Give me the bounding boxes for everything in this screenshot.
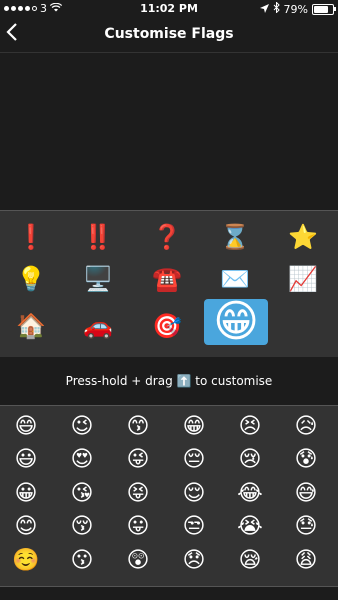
emoji-icon[interactable]: 😅: [288, 479, 324, 509]
flag-grinning-face-selected-icon[interactable]: 😁: [204, 299, 268, 345]
emoji-icon[interactable]: 😃: [8, 445, 44, 475]
flag-house-icon[interactable]: 🏠: [6, 311, 56, 341]
flag-envelope-icon[interactable]: ✉️: [210, 264, 260, 294]
bluetooth-icon: [273, 1, 280, 16]
emoji-icon[interactable]: 😚: [64, 512, 100, 542]
flag-computer-icon[interactable]: 🖥️: [73, 264, 123, 294]
emoji-icon[interactable]: 😞: [176, 546, 212, 576]
emoji-icon[interactable]: 😩: [288, 546, 324, 576]
emoji-icon[interactable]: 😛: [120, 512, 156, 542]
emoji-icon[interactable]: 😢: [232, 445, 268, 475]
emoji-icon[interactable]: 😓: [288, 512, 324, 542]
emoji-icon[interactable]: 😙: [120, 412, 156, 442]
battery-percent: 79%: [283, 2, 308, 16]
navigation-bar: Customise Flags: [0, 18, 338, 53]
emoji-picker: 😄 😉 😙 😁 😣 😥 😃 😍 😜 😔 😢 😰 😀 😘 😝 😌 😂 😅 😊 😚 …: [0, 405, 338, 587]
flags-panel: ❗ ‼️ ❓ ⌛ ⭐ 💡 🖥️ ☎️ ✉️ 📈 🏠 🚗 🎯 😁: [0, 210, 338, 358]
location-icon: [259, 3, 269, 16]
preview-area: [0, 53, 338, 210]
flag-double-exclamation-icon[interactable]: ‼️: [73, 222, 123, 252]
emoji-icon[interactable]: 😍: [64, 445, 100, 475]
flag-question-icon[interactable]: ❓: [142, 222, 192, 252]
emoji-icon[interactable]: 😉: [64, 412, 100, 442]
flag-target-icon[interactable]: 🎯: [142, 311, 192, 341]
emoji-icon[interactable]: 😥: [288, 412, 324, 442]
page-title: Customise Flags: [104, 26, 234, 42]
status-right: 79%: [259, 1, 336, 16]
emoji-icon[interactable]: 😝: [120, 479, 156, 509]
flag-hourglass-icon[interactable]: ⌛: [210, 222, 260, 252]
emoji-icon[interactable]: 😁: [176, 412, 212, 442]
flag-car-icon[interactable]: 🚗: [73, 311, 123, 341]
emoji-icon[interactable]: 😀: [8, 479, 44, 509]
emoji-icon[interactable]: 😂: [232, 479, 268, 509]
emoji-icon[interactable]: 😜: [120, 445, 156, 475]
flag-exclamation-icon[interactable]: ❗: [6, 222, 56, 252]
battery-icon: [312, 3, 336, 15]
emoji-icon[interactable]: 😭: [232, 512, 268, 542]
emoji-icon[interactable]: 😣: [232, 412, 268, 442]
flag-light-bulb-icon[interactable]: 💡: [6, 264, 56, 294]
emoji-icon[interactable]: 😌: [176, 479, 212, 509]
emoji-icon[interactable]: 😊: [8, 512, 44, 542]
flag-star-icon[interactable]: ⭐: [278, 222, 328, 252]
emoji-icon[interactable]: 😰: [288, 445, 324, 475]
emoji-icon[interactable]: ☺️: [8, 546, 44, 576]
status-bar: 3 11:02 PM 79%: [0, 0, 338, 18]
emoji-icon[interactable]: 😔: [176, 445, 212, 475]
emoji-icon[interactable]: 😘: [64, 479, 100, 509]
up-arrow-icon: ⬆️: [176, 374, 192, 388]
flag-telephone-icon[interactable]: ☎️: [142, 264, 192, 294]
emoji-icon[interactable]: 😒: [176, 512, 212, 542]
emoji-icon[interactable]: 😪: [232, 546, 268, 576]
flag-chart-icon[interactable]: 📈: [278, 264, 328, 294]
customise-hint: Press-hold + drag ⬆️ to customise: [0, 357, 338, 405]
emoji-icon[interactable]: 😄: [8, 412, 44, 442]
emoji-icon[interactable]: 😲: [120, 546, 156, 576]
hint-text-before: Press-hold + drag: [65, 374, 173, 388]
hint-text-after: to customise: [195, 374, 273, 388]
emoji-icon[interactable]: 😗: [64, 546, 100, 576]
